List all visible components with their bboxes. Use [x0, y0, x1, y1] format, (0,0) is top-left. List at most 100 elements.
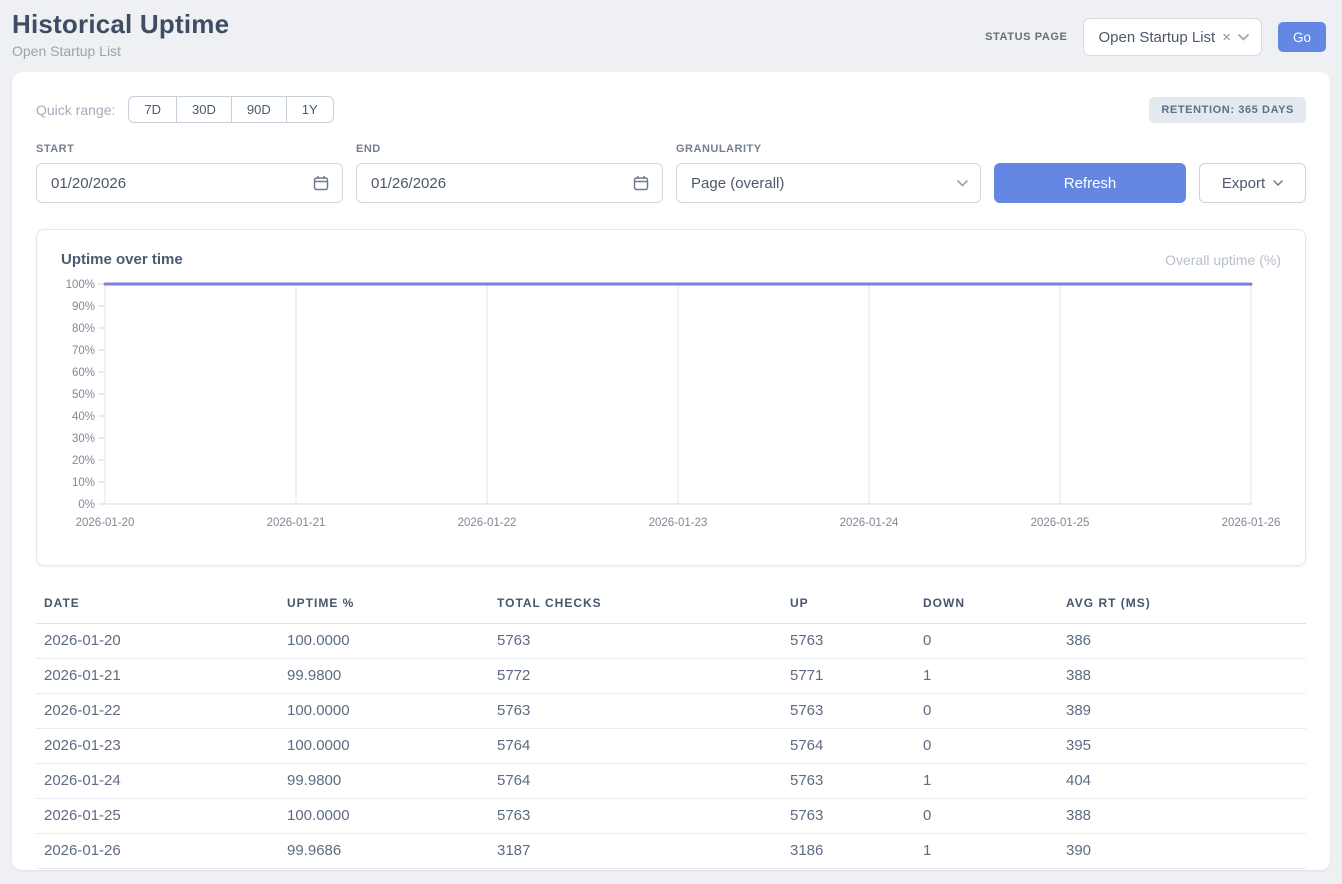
table-row: 2026-01-23100.0000576457640395	[36, 729, 1306, 764]
table-cell: 5763	[782, 799, 915, 834]
table-cell: 5764	[489, 729, 782, 764]
table-cell: 2026-01-20	[36, 624, 279, 659]
table-cell: 0	[915, 694, 1058, 729]
status-page-selected-value: Open Startup List	[1098, 29, 1215, 46]
table-cell: 0	[915, 729, 1058, 764]
page-header: Historical Uptime Open Startup List STAT…	[0, 0, 1342, 72]
table-cell: 100.0000	[279, 799, 489, 834]
header-controls: STATUS PAGE Open Startup List × Go	[985, 18, 1326, 56]
quick-range-30d[interactable]: 30D	[176, 96, 232, 123]
title-block: Historical Uptime Open Startup List	[12, 10, 229, 59]
table-cell: 1	[915, 834, 1058, 869]
quick-range-group: 7D30D90D1Y	[128, 96, 333, 123]
export-button[interactable]: Export	[1199, 163, 1306, 203]
export-button-label: Export	[1222, 175, 1265, 192]
svg-text:80%: 80%	[72, 323, 95, 335]
column-header: DOWN	[915, 588, 1058, 624]
svg-text:90%: 90%	[72, 301, 95, 313]
table-cell: 5763	[489, 694, 782, 729]
start-date-field: START 01/20/2026	[36, 143, 343, 203]
filters-row: START 01/20/2026 END 01/26/2026	[36, 143, 1306, 203]
table-cell: 2026-01-21	[36, 659, 279, 694]
table-cell: 395	[1058, 729, 1306, 764]
table-cell: 3186	[782, 834, 915, 869]
column-header: DATE	[36, 588, 279, 624]
svg-text:30%: 30%	[72, 433, 95, 445]
svg-text:0%: 0%	[78, 499, 95, 511]
table-cell: 0	[915, 624, 1058, 659]
svg-text:2026-01-26: 2026-01-26	[1222, 517, 1281, 529]
table-cell: 5772	[489, 659, 782, 694]
granularity-select[interactable]: Page (overall)	[676, 163, 981, 203]
table-cell: 5771	[782, 659, 915, 694]
column-header: TOTAL CHECKS	[489, 588, 782, 624]
table-cell: 2026-01-23	[36, 729, 279, 764]
end-date-label: END	[356, 143, 663, 155]
chart-header: Uptime over time Overall uptime (%)	[61, 251, 1281, 268]
status-page-select[interactable]: Open Startup List ×	[1083, 18, 1262, 56]
svg-text:2026-01-25: 2026-01-25	[1031, 517, 1090, 529]
refresh-button[interactable]: Refresh	[994, 163, 1186, 203]
granularity-selected-value: Page (overall)	[691, 175, 784, 192]
svg-text:20%: 20%	[72, 455, 95, 467]
table-cell: 2026-01-26	[36, 834, 279, 869]
svg-text:2026-01-22: 2026-01-22	[458, 517, 517, 529]
table-cell: 0	[915, 799, 1058, 834]
calendar-icon[interactable]	[312, 174, 330, 192]
svg-text:40%: 40%	[72, 411, 95, 423]
table-cell: 100.0000	[279, 729, 489, 764]
table-cell: 5763	[782, 624, 915, 659]
table-cell: 5763	[782, 764, 915, 799]
table-row: 2026-01-2699.9686318731861390	[36, 834, 1306, 869]
chevron-down-icon	[957, 180, 968, 187]
table-row: 2026-01-25100.0000576357630388	[36, 799, 1306, 834]
table-cell: 5763	[489, 624, 782, 659]
table-cell: 5763	[489, 799, 782, 834]
go-button[interactable]: Go	[1278, 22, 1326, 52]
table-cell: 3187	[489, 834, 782, 869]
table-row: 2026-01-22100.0000576357630389	[36, 694, 1306, 729]
table-cell: 5764	[782, 729, 915, 764]
table-cell: 5763	[782, 694, 915, 729]
clear-selection-icon[interactable]: ×	[1222, 29, 1231, 46]
table-cell: 390	[1058, 834, 1306, 869]
start-date-label: START	[36, 143, 343, 155]
table-cell: 100.0000	[279, 624, 489, 659]
quick-range-1y[interactable]: 1Y	[286, 96, 334, 123]
table-row: 2026-01-20100.0000576357630386	[36, 624, 1306, 659]
table-row: 2026-01-2499.9800576457631404	[36, 764, 1306, 799]
chart-title: Uptime over time	[61, 251, 183, 268]
start-date-input[interactable]: 01/20/2026	[36, 163, 343, 203]
table-body: 2026-01-20100.00005763576303862026-01-21…	[36, 624, 1306, 869]
table-row: 2026-01-2199.9800577257711388	[36, 659, 1306, 694]
uptime-chart-card: Uptime over time Overall uptime (%) 0% 10…	[36, 229, 1306, 566]
table-cell: 389	[1058, 694, 1306, 729]
table-cell: 99.9686	[279, 834, 489, 869]
table-cell: 2026-01-25	[36, 799, 279, 834]
quick-range-7d[interactable]: 7D	[128, 96, 177, 123]
table-cell: 388	[1058, 659, 1306, 694]
quick-range-90d[interactable]: 90D	[231, 96, 287, 123]
uptime-chart: 0%10%20%30%40%50%60%70%80%90%100%2026-01…	[61, 274, 1283, 532]
status-page-label: STATUS PAGE	[985, 31, 1067, 43]
page-title: Historical Uptime	[12, 10, 229, 39]
granularity-field: GRANULARITY Page (overall)	[676, 143, 981, 203]
column-header: UPTIME %	[279, 588, 489, 624]
table-header-row: DATEUPTIME %TOTAL CHECKSUPDOWNAVG RT (MS…	[36, 588, 1306, 624]
granularity-label: GRANULARITY	[676, 143, 981, 155]
end-date-field: END 01/26/2026	[356, 143, 663, 203]
svg-text:2026-01-24: 2026-01-24	[840, 517, 899, 529]
svg-text:10%: 10%	[72, 477, 95, 489]
svg-text:2026-01-21: 2026-01-21	[267, 517, 326, 529]
calendar-icon[interactable]	[632, 174, 650, 192]
svg-text:2026-01-20: 2026-01-20	[76, 517, 135, 529]
quick-range-label: Quick range:	[36, 102, 115, 118]
chevron-down-icon	[1273, 180, 1283, 186]
table-cell: 386	[1058, 624, 1306, 659]
svg-text:100%: 100%	[66, 279, 95, 291]
svg-text:60%: 60%	[72, 367, 95, 379]
end-date-input[interactable]: 01/26/2026	[356, 163, 663, 203]
table-cell: 99.9800	[279, 764, 489, 799]
page-subtitle: Open Startup List	[12, 43, 229, 59]
chevron-down-icon	[1238, 34, 1249, 41]
